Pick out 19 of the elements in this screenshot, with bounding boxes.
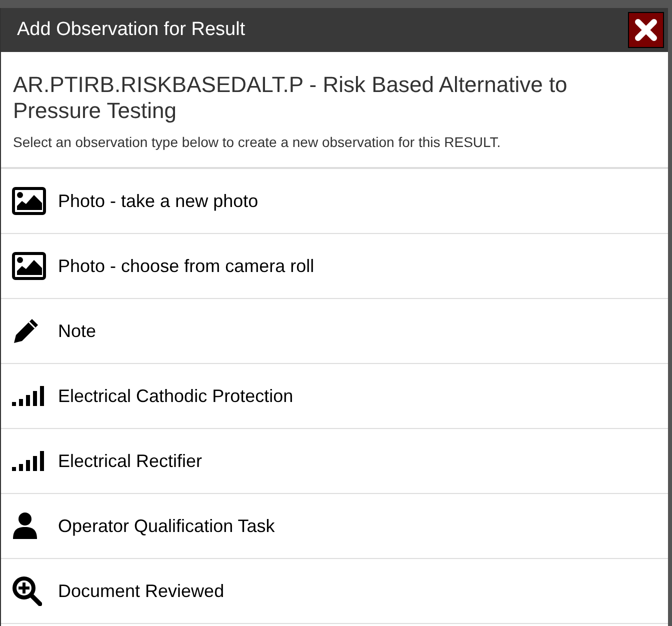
observation-option[interactable]: Document Reviewed (1, 559, 668, 624)
observation-option[interactable]: Electrical Rectifier (1, 429, 668, 494)
dialog-title: Add Observation for Result (17, 18, 246, 42)
close-icon (635, 19, 657, 41)
result-heading: AR.PTIRB.RISKBASEDALT.P - Risk Based Alternative to Pressure Testing (13, 72, 568, 124)
signal-bars-icon (12, 451, 44, 471)
observation-option[interactable]: Note (1, 299, 668, 364)
close-button[interactable] (628, 12, 664, 48)
zoom-in-icon (12, 576, 42, 606)
pencil-icon (12, 317, 40, 345)
instructions-text: Select an observation type below to create a new observation for this RESULT. (13, 133, 502, 152)
person-icon (12, 512, 38, 540)
image-icon (12, 252, 46, 280)
observation-option[interactable]: Photo - choose from camera roll (1, 234, 668, 299)
observation-option[interactable]: Photo - take a new photo (1, 169, 668, 234)
observation-option[interactable]: Electrical Cathodic Protection (1, 364, 668, 429)
signal-bars-icon (12, 386, 44, 406)
image-icon (12, 187, 46, 215)
observation-option[interactable]: Operator Qualification Task (1, 494, 668, 559)
